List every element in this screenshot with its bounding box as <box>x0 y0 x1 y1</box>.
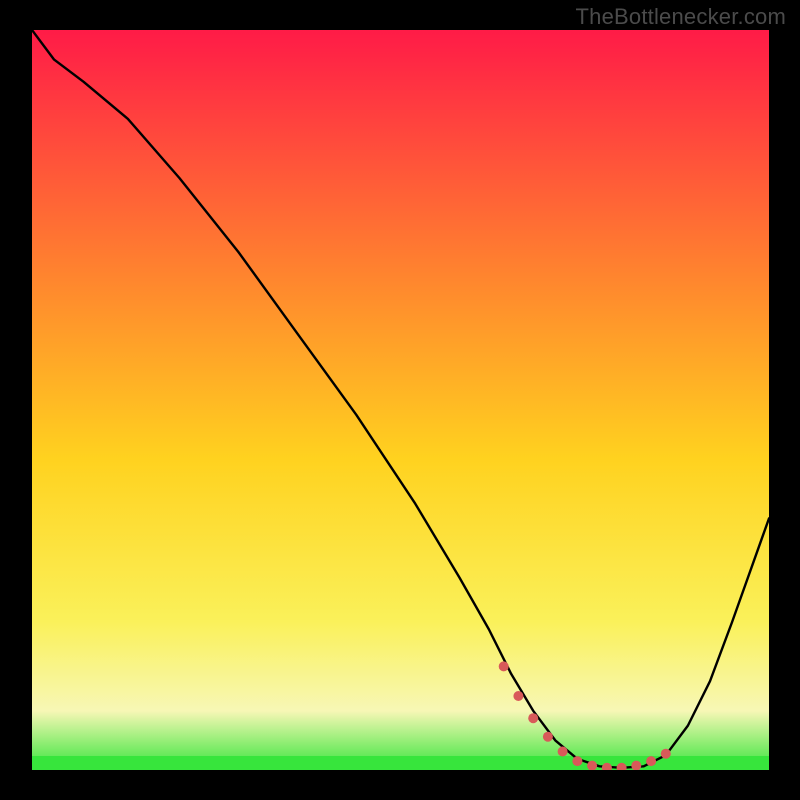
marker-dot <box>558 747 568 757</box>
chart-stage: TheBottlenecker.com <box>0 0 800 800</box>
marker-dot <box>528 713 538 723</box>
marker-dot <box>646 756 656 766</box>
chart-svg <box>32 30 769 770</box>
watermark-text: TheBottlenecker.com <box>576 4 786 30</box>
gradient-background <box>32 30 769 770</box>
marker-dot <box>513 691 523 701</box>
plot-area <box>32 30 769 770</box>
marker-dot <box>572 756 582 766</box>
marker-dot <box>499 661 509 671</box>
marker-dot <box>661 749 671 759</box>
marker-dot <box>543 732 553 742</box>
